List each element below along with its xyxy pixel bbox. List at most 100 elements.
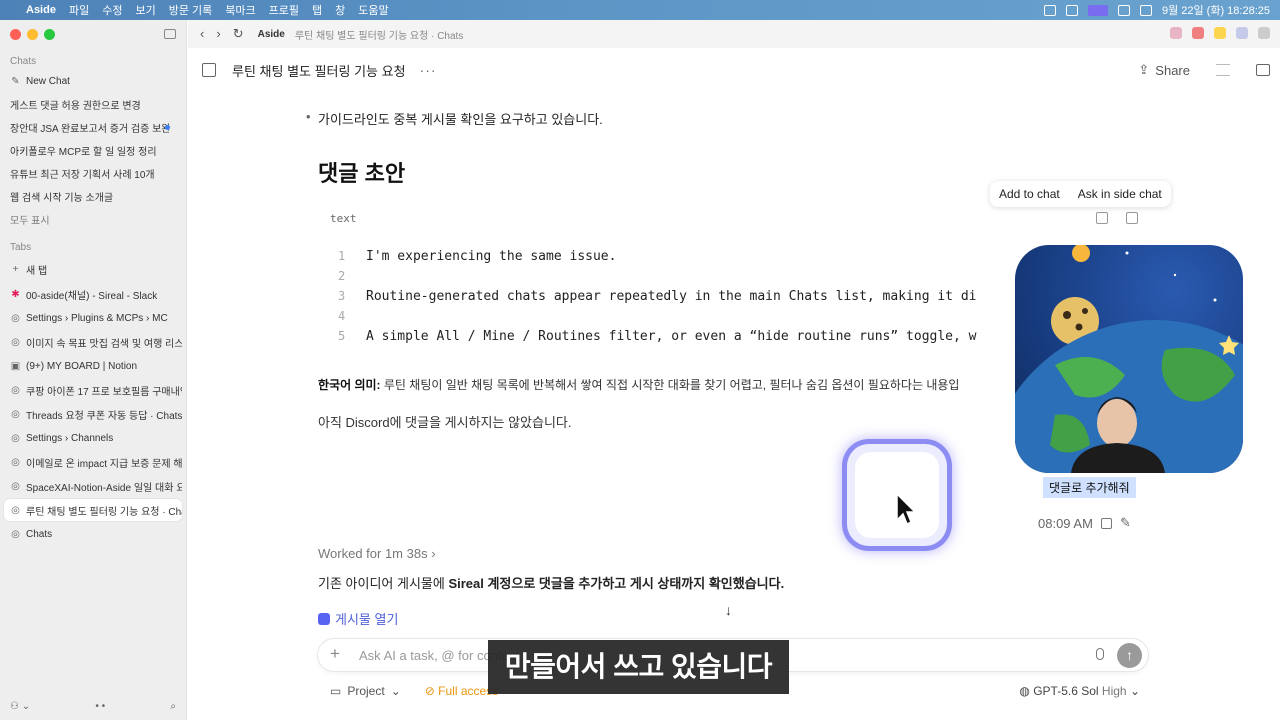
chat-item[interactable]: 웹 검색 시작 기능 소개글 [4, 185, 182, 207]
new-chat-button[interactable]: ✎ New Chat [4, 70, 182, 92]
menu-help[interactable]: 도움말 [358, 2, 388, 18]
model-selector[interactable]: ◍ GPT-5.6 Sol High ⌄ [1019, 684, 1140, 698]
tab-item[interactable]: ◎ Settings › Plugins & MCPs › MC [4, 307, 182, 329]
slack-icon: ✱ [11, 288, 20, 300]
scroll-down-icon[interactable]: ↓ [725, 602, 732, 618]
message-time: 08:09 AM [1038, 515, 1093, 531]
send-button[interactable]: ↑ [1117, 643, 1142, 668]
menu-app-name[interactable]: Aside [26, 4, 56, 16]
extension-icon[interactable] [1236, 27, 1248, 39]
tab-item[interactable]: ◎ Threads 요청 쿠폰 자동 등답 · Chats [4, 403, 182, 425]
edit-message-icon[interactable]: ✎ [1120, 515, 1131, 531]
chat-item[interactable]: 게스트 댓글 허용 권한으로 변경 [4, 93, 182, 115]
close-window-button[interactable] [10, 29, 21, 40]
zoom-window-button[interactable] [44, 29, 55, 40]
search-icon[interactable]: ⌕ [170, 701, 176, 712]
composer-options: ▭ Project ⌄ ⊘ Full access [330, 684, 498, 698]
discord-icon [318, 612, 330, 625]
wifi-icon[interactable] [1117, 4, 1130, 16]
window-controls [10, 29, 55, 40]
attach-plus-icon[interactable]: + [330, 644, 340, 664]
chat-item[interactable]: 장안대 JSA 완료보고서 증거 검증 보완 [4, 116, 182, 138]
chevron-down-icon: ⌄ [390, 684, 401, 698]
forward-icon[interactable]: › [216, 26, 220, 42]
profile-icon[interactable]: ⚇ ⌄ [10, 701, 30, 712]
download-icon[interactable] [1096, 212, 1108, 224]
menu-tab[interactable]: 탭 [312, 2, 322, 18]
sidebar-toggle-icon[interactable] [164, 29, 176, 39]
clock-text[interactable]: 9월 22일 (화) 18:28:25 [1162, 2, 1270, 18]
compose-icon: ✎ [11, 75, 20, 87]
ask-side-chat-button[interactable]: Ask in side chat [1069, 187, 1171, 201]
menu-bookmarks[interactable]: 북마크 [225, 2, 255, 18]
aside-icon: ◎ [11, 504, 20, 516]
aside-icon: ◎ [11, 456, 20, 468]
menu-icon[interactable] [1258, 27, 1270, 39]
add-to-chat-button[interactable]: Add to chat [990, 187, 1069, 201]
microphone-icon[interactable] [1096, 648, 1104, 660]
tab-item[interactable]: ◎ Settings › Channels [4, 427, 182, 449]
project-selector[interactable]: Project [347, 684, 384, 698]
chat-item[interactable]: 아키폴로우 MCP로 할 일 일정 정리 [4, 139, 182, 161]
site-brand: Aside [257, 28, 285, 40]
recording-icon[interactable] [1087, 4, 1108, 16]
tab-item[interactable]: ◎ 쿠팡 아이폰 17 프로 보호필름 구매내역 [4, 379, 182, 401]
tab-item[interactable]: ◎ SpaceXAI-Notion-Aside 일일 대화 요 [4, 475, 182, 497]
extension-icon[interactable] [1192, 27, 1204, 39]
aside-icon: ◎ [11, 480, 20, 492]
page-dots[interactable]: • • [95, 701, 105, 712]
copy-message-icon[interactable] [1100, 517, 1112, 529]
sync-icon[interactable] [1065, 4, 1078, 16]
panel-toggle-icon[interactable] [1256, 64, 1270, 76]
extension-icon[interactable] [1214, 27, 1226, 39]
chats-section-label: Chats [10, 56, 37, 67]
tab-item[interactable]: ◎ 이미지 속 목표 맛집 검색 및 여행 리스트 [4, 331, 182, 353]
webcam-image [1015, 245, 1243, 473]
video-subtitle: 만들어서 쓰고 있습니다 [488, 640, 789, 694]
tabs-section-label: Tabs [10, 242, 32, 253]
menu-history[interactable]: 방문 기록 [169, 2, 213, 18]
share-button[interactable]: ⇪ Share [1138, 62, 1190, 78]
aside-icon: ◎ [11, 528, 20, 540]
extension-icon[interactable] [1170, 27, 1182, 39]
aside-icon: ◎ [11, 408, 20, 420]
minimize-window-button[interactable] [27, 29, 38, 40]
screen-icon[interactable] [1043, 4, 1056, 16]
share-icon: ⇪ [1138, 62, 1150, 77]
show-all-link[interactable]: 모두 표시 [4, 208, 182, 230]
tab-item[interactable]: ◎ 이메일로 온 impact 지급 보증 문제 해결 [4, 451, 182, 473]
code-line: 3 Routine-generated chats appear repeated… [338, 289, 977, 304]
list-icon[interactable] [1216, 64, 1230, 76]
battery-icon[interactable] [1139, 4, 1152, 16]
model-icon: ◍ [1019, 684, 1030, 698]
more-options-icon[interactable]: ··· [420, 62, 437, 78]
menu-file[interactable]: 파일 [69, 2, 89, 18]
tab-item-active[interactable]: ◎ 루틴 채팅 별도 필터링 기능 요청 · Chat [4, 499, 182, 521]
bullet-text: 가이드라인도 중복 게시물 확인을 요구하고 있습니다. [306, 109, 603, 128]
new-tab-button[interactable]: + 새 탭 [4, 258, 182, 280]
chat-title: 루틴 채팅 별도 필터링 기능 요청 [232, 63, 406, 79]
chat-item[interactable]: 유튜브 최근 저장 기획서 사례 10개 [4, 162, 182, 184]
menu-profile[interactable]: 프로필 [269, 2, 299, 18]
selection-tooltip: Add to chat Ask in side chat [990, 181, 1171, 207]
copy-icon[interactable] [1126, 212, 1138, 224]
code-line: 4 [338, 309, 346, 323]
sidebar: Chats ✎ New Chat 게스트 댓글 허용 권한으로 변경 장안대 JS… [0, 20, 187, 720]
menu-view[interactable]: 보기 [135, 2, 155, 18]
tab-item[interactable]: ✱ 00-aside(채널) - Sireal - Slack [4, 283, 182, 305]
notion-icon: ▣ [10, 360, 21, 372]
tab-item[interactable]: ◎ Chats [4, 523, 182, 545]
code-line: 5A simple All / Mine / Routines filter, … [338, 329, 977, 344]
edit-icon[interactable] [202, 63, 216, 77]
open-post-link[interactable]: 게시물 열기 [318, 609, 398, 628]
worked-duration-toggle[interactable]: Worked for 1m 38s › [318, 546, 436, 561]
menu-window[interactable]: 창 [335, 2, 345, 18]
back-icon[interactable]: ‹ [200, 26, 204, 42]
reload-icon[interactable]: ↻ [233, 26, 244, 42]
unread-dot [165, 124, 170, 130]
tab-item[interactable]: ▣ (9+) MY BOARD | Notion [4, 355, 182, 377]
menu-edit[interactable]: 수정 [102, 2, 122, 18]
address-breadcrumb[interactable]: 루틴 채팅 별도 필터링 기능 요청 · Chats [295, 27, 464, 42]
webcam-overlay [1015, 245, 1243, 473]
chevron-right-icon: › [431, 546, 436, 561]
